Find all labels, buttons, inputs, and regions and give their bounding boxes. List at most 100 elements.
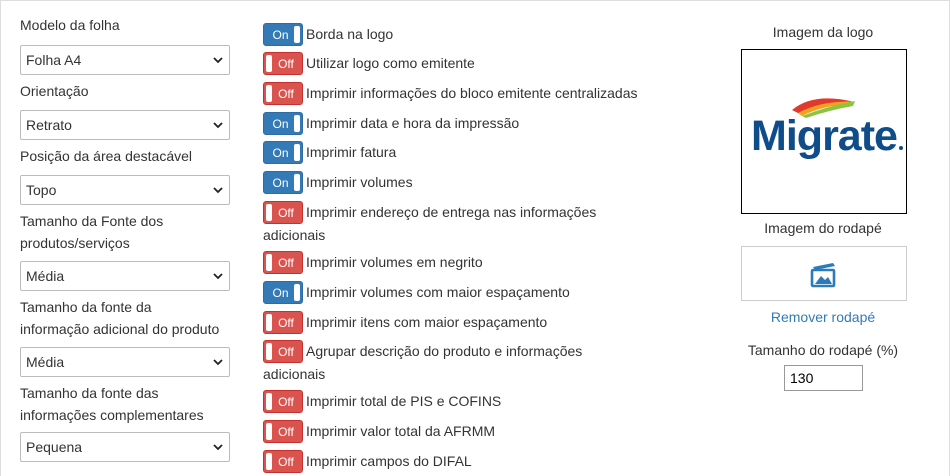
additional-info-font-size-label-line1: Tamanho da fonte da <box>20 299 152 315</box>
toggle-label: Borda na logo <box>306 26 394 42</box>
toggle-knob <box>294 26 300 43</box>
orientation-label: Orientação <box>20 83 89 99</box>
toggle-switch[interactable]: Off <box>263 201 303 224</box>
toggle-switch[interactable]: Off <box>263 52 303 75</box>
toggle-row: On Borda na logo <box>263 23 643 46</box>
toggle-knob <box>266 254 272 271</box>
toggle-state-label: Off <box>278 256 294 270</box>
product-font-size-select[interactable]: Média <box>20 261 230 291</box>
toggle-state-label: On <box>272 146 289 160</box>
toggle-label: Imprimir valor total da AFRMM <box>306 423 496 439</box>
toggle-switch[interactable]: Off <box>263 390 303 413</box>
toggle-switch[interactable]: On <box>263 112 303 135</box>
toggle-label-continuation: adicionais <box>263 366 326 382</box>
migrate-logo: Migrate <box>751 98 903 160</box>
sheet-model-label: Modelo da folha <box>20 17 120 33</box>
chevron-down-icon <box>213 359 223 366</box>
logo-image[interactable]: Migrate <box>741 49 907 214</box>
remove-footer-link[interactable]: Remover rodapé <box>739 309 907 325</box>
toggle-knob <box>266 314 272 331</box>
toggle-label: Imprimir volumes em negrito <box>306 254 483 270</box>
toggle-row: Off Imprimir volumes em negrito <box>263 251 643 274</box>
toggle-state-label: On <box>272 176 289 190</box>
toggle-switch[interactable]: On <box>263 23 303 46</box>
toggle-row: Off Imprimir total de PIS e COFINS <box>263 390 643 413</box>
logo-caption: Imagem da logo <box>772 24 874 40</box>
additional-info-font-size-label-line2: informação adicional do produto <box>20 320 220 337</box>
toggle-state-label: Off <box>278 206 294 220</box>
toggle-switch[interactable]: Off <box>263 420 303 443</box>
toggle-label: Imprimir volumes <box>306 174 413 190</box>
chevron-down-icon <box>213 187 223 194</box>
toggle-knob <box>266 423 272 440</box>
toggle-knob <box>266 453 272 470</box>
toggle-state-label: On <box>272 28 289 42</box>
image-icon <box>810 263 836 288</box>
toggle-label: Imprimir total de PIS e COFINS <box>306 393 502 409</box>
product-font-size-label-line1: Tamanho da Fonte dos <box>20 213 164 229</box>
complementary-info-font-size-label-line1: Tamanho da fonte das <box>20 385 159 401</box>
toggle-row: On Imprimir fatura <box>263 141 643 164</box>
orientation-value: Retrato <box>26 117 72 133</box>
complementary-info-font-size-label: Tamanho da fonte das informações complem… <box>20 383 235 426</box>
toggle-row: On Imprimir data e hora da impressão <box>263 112 643 135</box>
toggle-knob <box>266 343 272 360</box>
toggle-state-label: Off <box>278 425 294 439</box>
chevron-down-icon <box>213 444 223 451</box>
toggle-row: Off Imprimir campos do DIFAL <box>263 450 643 473</box>
toggle-knob <box>294 144 300 161</box>
complementary-info-font-size-select[interactable]: Pequena <box>20 432 230 462</box>
toggle-state-label: Off <box>278 455 294 469</box>
toggle-knob <box>266 393 272 410</box>
additional-info-font-size-select[interactable]: Média <box>20 347 230 377</box>
toggle-state-label: Off <box>278 395 294 409</box>
sheet-model-select[interactable]: Folha A4 <box>20 45 230 75</box>
toggle-switch[interactable]: On <box>263 141 303 164</box>
toggle-label: Imprimir endereço de entrega nas informa… <box>306 204 597 220</box>
toggle-row: On Imprimir volumes <box>263 171 643 194</box>
toggle-label: Agrupar descrição do produto e informaçõ… <box>306 343 583 359</box>
toggle-knob <box>294 284 300 301</box>
product-font-size-value: Média <box>26 268 65 284</box>
toggle-knob <box>294 115 300 132</box>
toggle-knob <box>266 204 272 221</box>
orientation-select[interactable]: Retrato <box>20 110 230 140</box>
toggle-label: Imprimir data e hora da impressão <box>306 115 520 131</box>
toggle-label-continuation: adicionais <box>263 227 326 243</box>
toggle-state-label: Off <box>278 345 294 359</box>
chevron-down-icon <box>213 122 223 129</box>
detachable-area-select[interactable]: Topo <box>20 175 230 205</box>
toggle-switch[interactable]: Off <box>263 82 303 105</box>
detachable-area-value: Topo <box>26 182 57 198</box>
complementary-info-font-size-value: Pequena <box>26 439 83 455</box>
logo-text: Migrate <box>751 112 897 160</box>
toggle-switch[interactable]: Off <box>263 311 303 334</box>
toggle-state-label: Off <box>278 87 294 101</box>
complementary-info-font-size-label-line2: informações complementares <box>20 406 204 423</box>
footer-size-label: Tamanho do rodapé (%) <box>747 342 899 358</box>
chevron-down-icon <box>213 57 223 64</box>
toggle-switch[interactable]: Off <box>263 450 303 473</box>
product-font-size-label: Tamanho da Fonte dos produtos/serviços <box>20 211 235 254</box>
toggle-switch[interactable]: On <box>263 171 303 194</box>
footer-image-upload[interactable] <box>741 246 907 301</box>
toggle-state-label: On <box>272 286 289 300</box>
toggle-row: On Imprimir volumes com maior espaçamento <box>263 281 643 304</box>
footer-caption: Imagem do rodapé <box>764 220 882 236</box>
toggle-state-label: Off <box>278 316 294 330</box>
toggle-switch[interactable]: On <box>263 281 303 304</box>
additional-info-font-size-label: Tamanho da fonte da informação adicional… <box>20 297 235 340</box>
toggle-label: Imprimir itens com maior espaçamento <box>306 314 548 330</box>
settings-panel: Modelo da folha Folha A4 Orientação Retr… <box>0 0 950 476</box>
additional-info-font-size-value: Média <box>26 354 65 370</box>
toggle-switch[interactable]: Off <box>263 340 303 363</box>
toggle-switch[interactable]: Off <box>263 251 303 274</box>
toggle-label: Utilizar logo como emitente <box>306 55 475 71</box>
toggle-row: Off Imprimir informações do bloco emitent… <box>263 82 643 105</box>
footer-size-input[interactable]: 130 <box>784 365 863 391</box>
toggle-knob <box>266 55 272 72</box>
product-font-size-label-line2: produtos/serviços <box>20 234 130 251</box>
toggle-row: Off Imprimir valor total da AFRMM <box>263 420 643 443</box>
chevron-down-icon <box>213 273 223 280</box>
toggle-label: Imprimir volumes com maior espaçamento <box>306 284 570 300</box>
